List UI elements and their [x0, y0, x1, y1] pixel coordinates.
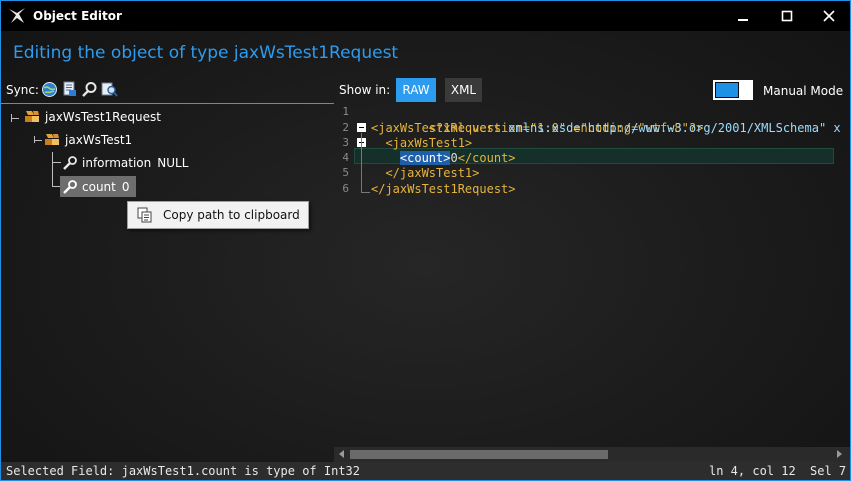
tree-connector: [11, 118, 19, 119]
code-line-5: </jaxWsTest1>: [371, 165, 479, 181]
line-number: 2: [342, 121, 349, 134]
fold-guide: [362, 192, 370, 193]
tree-field-information[interactable]: information NULL: [62, 153, 188, 173]
code-line-2: <jaxWsTest1Request xmlns:xsd="http://www…: [371, 120, 841, 136]
tree-field-count[interactable]: count 0: [60, 176, 136, 197]
status-cursor-position: ln 4, col 12: [709, 464, 796, 478]
close-button[interactable]: [807, 1, 850, 31]
tree-connector: [52, 152, 53, 187]
fold-toggle[interactable]: [357, 123, 366, 132]
object-icon: [23, 109, 41, 125]
code-line-3: <jaxWsTest1>: [371, 135, 472, 151]
xml-tag: </jaxWsTest1Request>: [371, 182, 516, 196]
manual-mode-toggle[interactable]: [713, 80, 753, 100]
tree-node-root[interactable]: jaxWsTest1Request: [23, 107, 161, 127]
xml-tag: </jaxWsTest1>: [385, 166, 480, 180]
code-area[interactable]: <?xml version="1.0" encoding="utf-8"?> <…: [371, 104, 850, 447]
object-icon: [43, 132, 61, 148]
show-in-label: Show in:: [339, 83, 391, 97]
window-title: Object Editor: [33, 9, 122, 23]
field-value: NULL: [157, 156, 189, 170]
tab-raw[interactable]: RAW: [396, 78, 436, 102]
tab-xml[interactable]: XML: [445, 78, 482, 102]
menu-item-label: Copy path to clipboard: [163, 208, 300, 222]
sync-document-icon[interactable]: [61, 81, 78, 98]
object-tree[interactable]: jaxWsTest1Request jaxWsTest1 information…: [1, 104, 334, 462]
line-number-gutter: 1 2 3 4 5 6: [334, 104, 352, 447]
wrench-icon: [62, 179, 78, 195]
xml-tag: <jaxWsTest1>: [385, 136, 473, 150]
xml-attribute: xmlns:xsd=: [501, 121, 581, 135]
page-title: Editing the object of type jaxWsTest1Req…: [13, 43, 399, 63]
xml-text: 0: [450, 151, 458, 165]
sync-globe-icon[interactable]: [41, 81, 58, 98]
line-number: 3: [342, 136, 349, 149]
status-selection-length: Sel 7: [810, 464, 847, 478]
xml-attribute-value: "http://www.w3.org/2001/XMLSchema": [580, 121, 827, 135]
xml-tag: </count>: [457, 151, 516, 165]
sync-label: Sync:: [6, 83, 39, 97]
minimize-button[interactable]: [721, 1, 765, 31]
copy-icon: [137, 207, 153, 223]
scroll-left-icon[interactable]: [339, 450, 344, 458]
status-bar: Selected Field: jaxWsTest1.count is type…: [1, 462, 850, 480]
selected-text: <count>: [399, 151, 451, 165]
tree-connector: [52, 162, 61, 163]
menu-item-copy-path[interactable]: Copy path to clipboard: [128, 202, 308, 228]
horizontal-scrollbar[interactable]: [334, 447, 850, 462]
title-bar[interactable]: Object Editor: [1, 1, 850, 31]
status-selected-field: Selected Field: jaxWsTest1.count is type…: [6, 464, 361, 478]
code-line-6: </jaxWsTest1Request>: [371, 181, 516, 197]
xml-tag: <jaxWsTest1Request: [371, 121, 502, 135]
app-logo-icon: [8, 7, 26, 25]
code-line-1: <?xml version="1.0" encoding="utf-8"?>: [371, 104, 704, 135]
manual-mode-label: Manual Mode: [763, 84, 844, 98]
wrench-icon: [62, 155, 78, 171]
code-line-4: <count>0</count>: [371, 150, 516, 166]
line-number: 1: [342, 105, 349, 118]
xml-attribute: x: [826, 121, 841, 135]
tree-connector: [34, 140, 42, 141]
tree-node-label: jaxWsTest1Request: [45, 110, 161, 124]
context-menu: Copy path to clipboard: [127, 201, 309, 229]
maximize-button[interactable]: [765, 1, 809, 31]
fold-guide: [361, 133, 362, 193]
field-name: count: [82, 179, 116, 194]
toggle-fill: [715, 82, 739, 98]
line-number: 6: [342, 182, 349, 195]
field-value: 0: [121, 179, 130, 194]
field-name: information: [82, 156, 152, 170]
xml-editor[interactable]: 1 2 3 4 5 6 <?xml version="1.0" encoding…: [334, 104, 850, 462]
scroll-right-icon[interactable]: [837, 450, 842, 458]
tree-node-child[interactable]: jaxWsTest1: [43, 130, 132, 150]
object-editor-window: Object Editor Editing the object of type…: [0, 0, 851, 481]
line-number: 5: [342, 166, 349, 179]
tree-node-label: jaxWsTest1: [65, 133, 133, 147]
line-number: 4: [342, 151, 349, 164]
sync-find-icon[interactable]: [101, 81, 118, 98]
scrollbar-thumb[interactable]: [350, 450, 608, 459]
sync-search-icon[interactable]: [81, 81, 98, 98]
